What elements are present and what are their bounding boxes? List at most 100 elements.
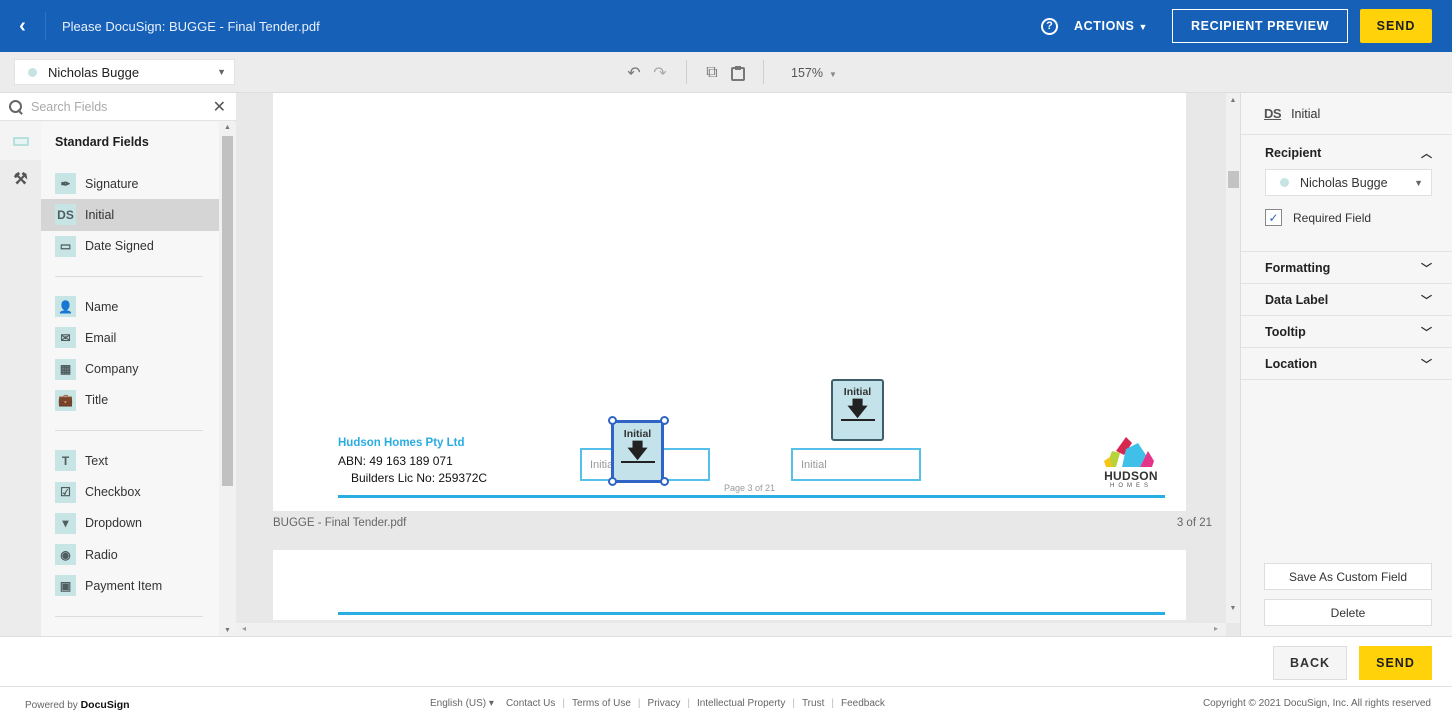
- help-icon[interactable]: ?: [1041, 17, 1059, 35]
- section-data-label: Data Label ﹀: [1241, 284, 1452, 316]
- recipient-section-title: Recipient: [1265, 146, 1322, 160]
- resize-handle[interactable]: [608, 477, 617, 486]
- scrollbar-thumb[interactable]: [222, 136, 233, 486]
- footer-link-intellectual-property[interactable]: Intellectual Property: [697, 698, 785, 709]
- section-toggle[interactable]: Data Label ﹀: [1241, 284, 1452, 316]
- company-name: Hudson Homes Pty Ltd: [338, 437, 465, 449]
- powered-by: Powered by DocuSign: [25, 699, 130, 711]
- zoom-value: 157%: [791, 65, 823, 80]
- section-toggle[interactable]: Location ﹀: [1241, 348, 1452, 380]
- scroll-up-icon[interactable]: ▲: [1226, 97, 1240, 104]
- send-button[interactable]: SEND: [1360, 9, 1432, 43]
- footer-links: English (US) ▾ Contact Us | Terms of Use | P…: [430, 698, 885, 709]
- field-item-label: Checkbox: [85, 485, 141, 500]
- field-item-radio[interactable]: ◉ Radio: [41, 539, 219, 570]
- tab-custom-fields[interactable]: ⚒: [0, 160, 41, 198]
- zoom-control[interactable]: 157% ▼: [791, 52, 837, 93]
- field-list: Standard Fields ✒ Signature DS Initial ▭ Date…: [41, 122, 219, 636]
- recipient-dropdown[interactable]: Nicholas Bugge ▼: [1265, 169, 1432, 196]
- field-group-identity: 👤 Name ✉ Email ▦ Company 💼 Title: [41, 291, 219, 416]
- resize-handle[interactable]: [608, 416, 617, 425]
- section-toggle[interactable]: Formatting ﹀: [1241, 252, 1452, 284]
- initial-tag-selected[interactable]: Initial 🡇: [611, 420, 664, 483]
- builders-license: Builders Lic No: 259372C: [351, 471, 488, 485]
- required-field-checkbox[interactable]: ✓: [1265, 209, 1282, 226]
- recipient-section: Recipient ︿ Nicholas Bugge ▼ ✓ Required …: [1241, 135, 1452, 252]
- field-type-label: Initial: [1291, 106, 1321, 121]
- footer-link-trust[interactable]: Trust: [802, 698, 824, 709]
- field-item-company[interactable]: ▦ Company: [41, 353, 219, 384]
- scroll-down-icon[interactable]: ▼: [219, 627, 236, 634]
- chevron-down-icon: ﹀: [1421, 359, 1432, 371]
- fields-panel: ✕ ⚒ Standard Fields ✒ Signature DS Initial ▭…: [0, 93, 236, 636]
- email-icon: ✉: [55, 327, 76, 349]
- section-title: Formatting: [1265, 261, 1331, 275]
- canvas-vertical-scrollbar[interactable]: ▲ ▼: [1226, 93, 1240, 623]
- scroll-up-icon[interactable]: ▲: [219, 124, 236, 131]
- section-tooltip: Tooltip ﹀: [1241, 316, 1452, 348]
- search-fields-input[interactable]: [31, 99, 201, 114]
- signature-icon: ✒: [55, 173, 76, 195]
- field-item-label: Email: [85, 330, 117, 345]
- footer-link-contact-us[interactable]: Contact Us: [506, 698, 555, 709]
- recipient-section-toggle[interactable]: Recipient ︿: [1241, 135, 1452, 169]
- zoom-level[interactable]: 157% ▼: [791, 66, 837, 80]
- redo-icon[interactable]: ↷: [647, 60, 673, 86]
- initial-tag[interactable]: Initial 🡇: [831, 379, 884, 441]
- section-toggle[interactable]: Tooltip ﹀: [1241, 316, 1452, 348]
- actions-menu[interactable]: ACTIONS ▼: [1074, 19, 1148, 33]
- copy-icon[interactable]: ⧉: [699, 60, 725, 86]
- initial-field-placeholder[interactable]: Initial: [791, 448, 921, 481]
- scroll-right-icon[interactable]: ▸: [1214, 624, 1218, 633]
- canvas-horizontal-scrollbar[interactable]: ◂ ▸: [236, 623, 1226, 636]
- divider: [55, 615, 203, 617]
- recipient-color-dot: [28, 67, 37, 77]
- back-button[interactable]: ‹: [0, 12, 46, 40]
- footer-link-feedback[interactable]: Feedback: [841, 698, 885, 709]
- close-icon[interactable]: ✕: [213, 97, 226, 117]
- scroll-down-icon[interactable]: ▼: [1226, 605, 1240, 612]
- delete-field-button[interactable]: Delete: [1264, 599, 1432, 626]
- resize-handle[interactable]: [660, 477, 669, 486]
- recipient-name: Nicholas Bugge: [48, 64, 140, 80]
- required-field-option: ✓ Required Field: [1265, 209, 1452, 226]
- tab-standard-fields[interactable]: [0, 122, 41, 160]
- field-item-date-signed[interactable]: ▭ Date Signed: [41, 231, 219, 262]
- field-item-email[interactable]: ✉ Email: [41, 322, 219, 353]
- scroll-left-icon[interactable]: ◂: [242, 624, 246, 633]
- undo-icon[interactable]: ↶: [621, 60, 647, 86]
- field-item-name[interactable]: 👤 Name: [41, 291, 219, 322]
- field-item-label: Date Signed: [85, 239, 154, 254]
- name-icon: 👤: [55, 296, 76, 318]
- document-file-name: BUGGE - Final Tender.pdf: [273, 517, 407, 529]
- save-as-custom-field-button[interactable]: Save As Custom Field: [1264, 563, 1432, 590]
- bottom-action-bar: BACK SEND: [0, 636, 1452, 687]
- field-item-dropdown[interactable]: ▾ Dropdown: [41, 508, 219, 539]
- field-item-label: Initial: [85, 207, 115, 222]
- payment-item-icon: ▣: [55, 575, 76, 597]
- field-item-payment-item[interactable]: ▣ Payment Item: [41, 570, 219, 601]
- resize-handle[interactable]: [660, 416, 669, 425]
- powered-by-prefix: Powered by: [25, 700, 78, 711]
- scrollbar-thumb[interactable]: [1228, 171, 1239, 188]
- field-item-checkbox[interactable]: ☑ Checkbox: [41, 476, 219, 507]
- recipient-preview-button[interactable]: RECIPIENT PREVIEW: [1172, 9, 1348, 43]
- paste-icon[interactable]: [725, 60, 751, 86]
- field-item-signature[interactable]: ✒ Signature: [41, 168, 219, 199]
- recipient-select[interactable]: Nicholas Bugge ▼: [14, 59, 235, 85]
- footer-link-terms-of-use[interactable]: Terms of Use: [572, 698, 631, 709]
- send-button-bottom[interactable]: SEND: [1359, 646, 1432, 680]
- caret-down-icon: ▼: [828, 69, 837, 79]
- field-item-label: Company: [85, 362, 139, 377]
- footer-link-privacy[interactable]: Privacy: [648, 698, 681, 709]
- field-item-title[interactable]: 💼 Title: [41, 385, 219, 416]
- clipboard-tools: ⧉: [699, 52, 751, 93]
- link-separator: |: [831, 698, 834, 709]
- company-icon: ▦: [55, 358, 76, 380]
- language-selector[interactable]: English (US) ▾: [430, 698, 494, 709]
- back-button-bottom[interactable]: BACK: [1273, 646, 1347, 680]
- fields-scrollbar[interactable]: ▲ ▼: [219, 122, 236, 636]
- field-item-text[interactable]: T Text: [41, 445, 219, 476]
- field-item-initial[interactable]: DS Initial: [41, 199, 219, 231]
- link-separator: |: [562, 698, 566, 709]
